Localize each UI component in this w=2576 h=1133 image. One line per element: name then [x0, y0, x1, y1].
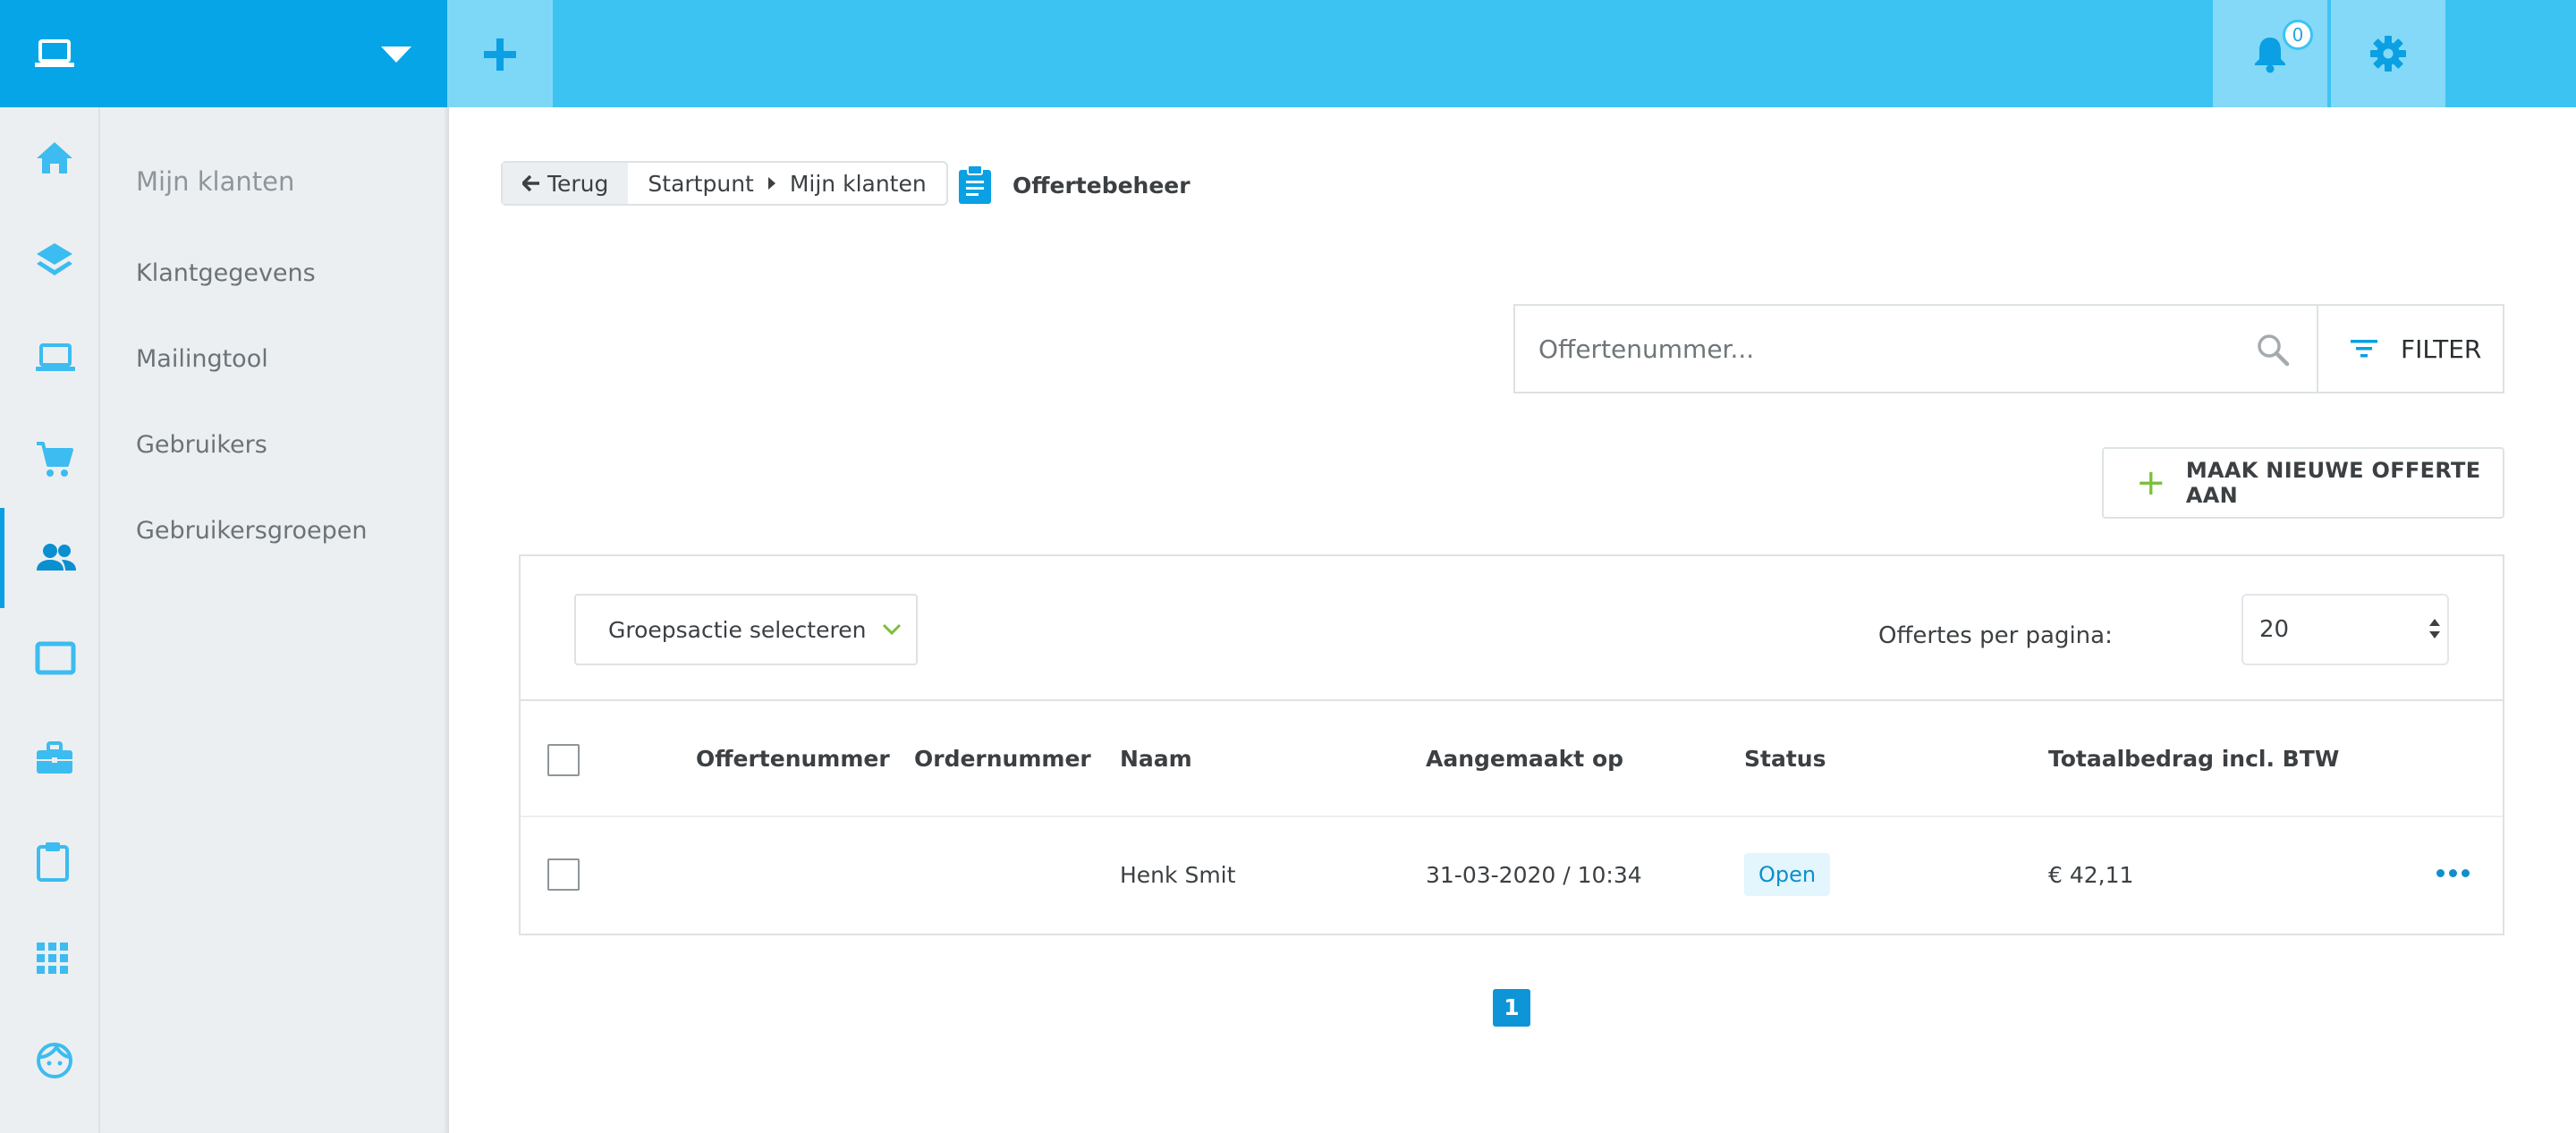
- filter-icon: [2351, 340, 2377, 358]
- quote-number-search-input[interactable]: [1515, 306, 2249, 392]
- status-badge: Open: [1744, 853, 1831, 896]
- breadcrumb-path: Startpunt Mijn klanten: [628, 163, 945, 204]
- table-header: Offertenummer Ordernummer Naam Aangemaak…: [521, 701, 2503, 817]
- back-button[interactable]: Terug: [503, 163, 629, 204]
- rail-item-tablet[interactable]: [0, 608, 98, 708]
- briefcase-icon: [37, 741, 72, 774]
- clipboard-icon: [37, 842, 69, 882]
- subnav-item-mailingtool[interactable]: Mailingtool: [136, 345, 268, 373]
- add-button[interactable]: [447, 0, 553, 107]
- settings-button[interactable]: [2331, 0, 2445, 107]
- laptop-icon: [35, 39, 74, 67]
- rail-item-devices[interactable]: [0, 308, 98, 408]
- chevron-down-icon: [381, 47, 411, 63]
- rail-item-layers[interactable]: [0, 207, 98, 308]
- notifications-button[interactable]: 0: [2213, 0, 2327, 107]
- search-icon[interactable]: [2256, 333, 2290, 367]
- quotes-panel: Groepsactie selecteren Offertes per pagi…: [519, 554, 2504, 935]
- bulk-action-select[interactable]: Groepsactie selecteren: [574, 594, 918, 665]
- col-status[interactable]: Status: [1744, 746, 1826, 772]
- rail-item-quotes[interactable]: [0, 808, 98, 909]
- cart-icon: [37, 442, 73, 477]
- subnav-item-klantgegevens[interactable]: Klantgegevens: [136, 259, 316, 287]
- col-ordernummer[interactable]: Ordernummer: [914, 746, 1091, 772]
- create-quote-label: MAAK NIEUWE OFFERTE AAN: [2185, 458, 2481, 508]
- subnav-item-gebruikers[interactable]: Gebruikers: [136, 431, 267, 459]
- icon-rail: [0, 107, 100, 1133]
- per-page-label: Offertes per pagina:: [1878, 622, 2113, 649]
- cell-totaalbedrag: € 42,11: [2048, 862, 2134, 888]
- select-arrows-icon: [2429, 619, 2440, 644]
- page-title: Offertebeheer: [1013, 172, 1191, 199]
- row-actions-menu[interactable]: [2436, 869, 2470, 877]
- home-icon: [37, 142, 72, 173]
- device-switcher[interactable]: [0, 0, 447, 107]
- create-quote-button[interactable]: + MAAK NIEUWE OFFERTE AAN: [2102, 447, 2504, 519]
- arrow-left-icon: [522, 175, 539, 191]
- filter-button[interactable]: FILTER: [2317, 304, 2504, 393]
- breadcrumb-mijn-klanten[interactable]: Mijn klanten: [790, 171, 927, 197]
- clipboard-list-icon: [959, 165, 991, 204]
- top-bar: 0: [0, 0, 2576, 107]
- table-toolbar: Groepsactie selecteren Offertes per pagi…: [521, 556, 2503, 701]
- plus-icon: [484, 38, 516, 71]
- notification-count-badge: 0: [2283, 20, 2313, 50]
- users-icon: [37, 544, 76, 571]
- gear-icon: [2370, 36, 2406, 72]
- more-dots-icon: [2436, 869, 2445, 877]
- rail-item-customers[interactable]: [0, 508, 98, 608]
- bulk-action-label: Groepsactie selecteren: [608, 616, 867, 643]
- search-box: [1513, 304, 2318, 393]
- row-checkbox[interactable]: [547, 858, 580, 891]
- rail-item-portfolio[interactable]: [0, 708, 98, 808]
- col-totaalbedrag[interactable]: Totaalbedrag incl. BTW: [2048, 746, 2339, 772]
- face-icon: [37, 1043, 72, 1078]
- laptop-icon: [36, 343, 75, 371]
- tablet-icon: [35, 641, 76, 675]
- plus-icon: +: [2136, 462, 2166, 503]
- rail-item-shop[interactable]: [0, 408, 98, 508]
- caret-right-icon: [767, 177, 775, 190]
- table-row[interactable]: Henk Smit 31-03-2020 / 10:34 Open € 42,1…: [521, 817, 2503, 934]
- back-label: Terug: [547, 170, 609, 197]
- rail-item-home[interactable]: [0, 107, 98, 207]
- cell-aangemaakt-op: 31-03-2020 / 10:34: [1426, 862, 1642, 888]
- select-all-checkbox[interactable]: [547, 744, 580, 776]
- chevron-down-icon: [883, 623, 902, 636]
- apps-grid-icon: [37, 943, 68, 974]
- cell-naam: Henk Smit: [1120, 862, 1236, 888]
- page-header: Offertebeheer: [957, 163, 1191, 207]
- col-naam[interactable]: Naam: [1120, 746, 1192, 772]
- rail-item-account[interactable]: [0, 1009, 98, 1109]
- per-page-select[interactable]: 20: [2241, 594, 2449, 665]
- subnav-heading: Mijn klanten: [136, 166, 295, 197]
- subnav-item-gebruikersgroepen[interactable]: Gebruikersgroepen: [136, 517, 367, 545]
- col-offertenummer[interactable]: Offertenummer: [696, 746, 890, 772]
- layers-icon: [37, 243, 72, 275]
- col-aangemaakt-op[interactable]: Aangemaakt op: [1426, 746, 1623, 772]
- filter-label: FILTER: [2401, 334, 2482, 364]
- per-page-value: 20: [2259, 616, 2290, 643]
- breadcrumb-startpunt[interactable]: Startpunt: [648, 171, 753, 197]
- pagination-page-1[interactable]: 1: [1493, 989, 1530, 1027]
- sub-navigation: Mijn klanten Klantgegevens Mailingtool G…: [100, 107, 449, 1133]
- rail-item-apps[interactable]: [0, 909, 98, 1009]
- breadcrumb: Terug Startpunt Mijn klanten: [501, 161, 948, 206]
